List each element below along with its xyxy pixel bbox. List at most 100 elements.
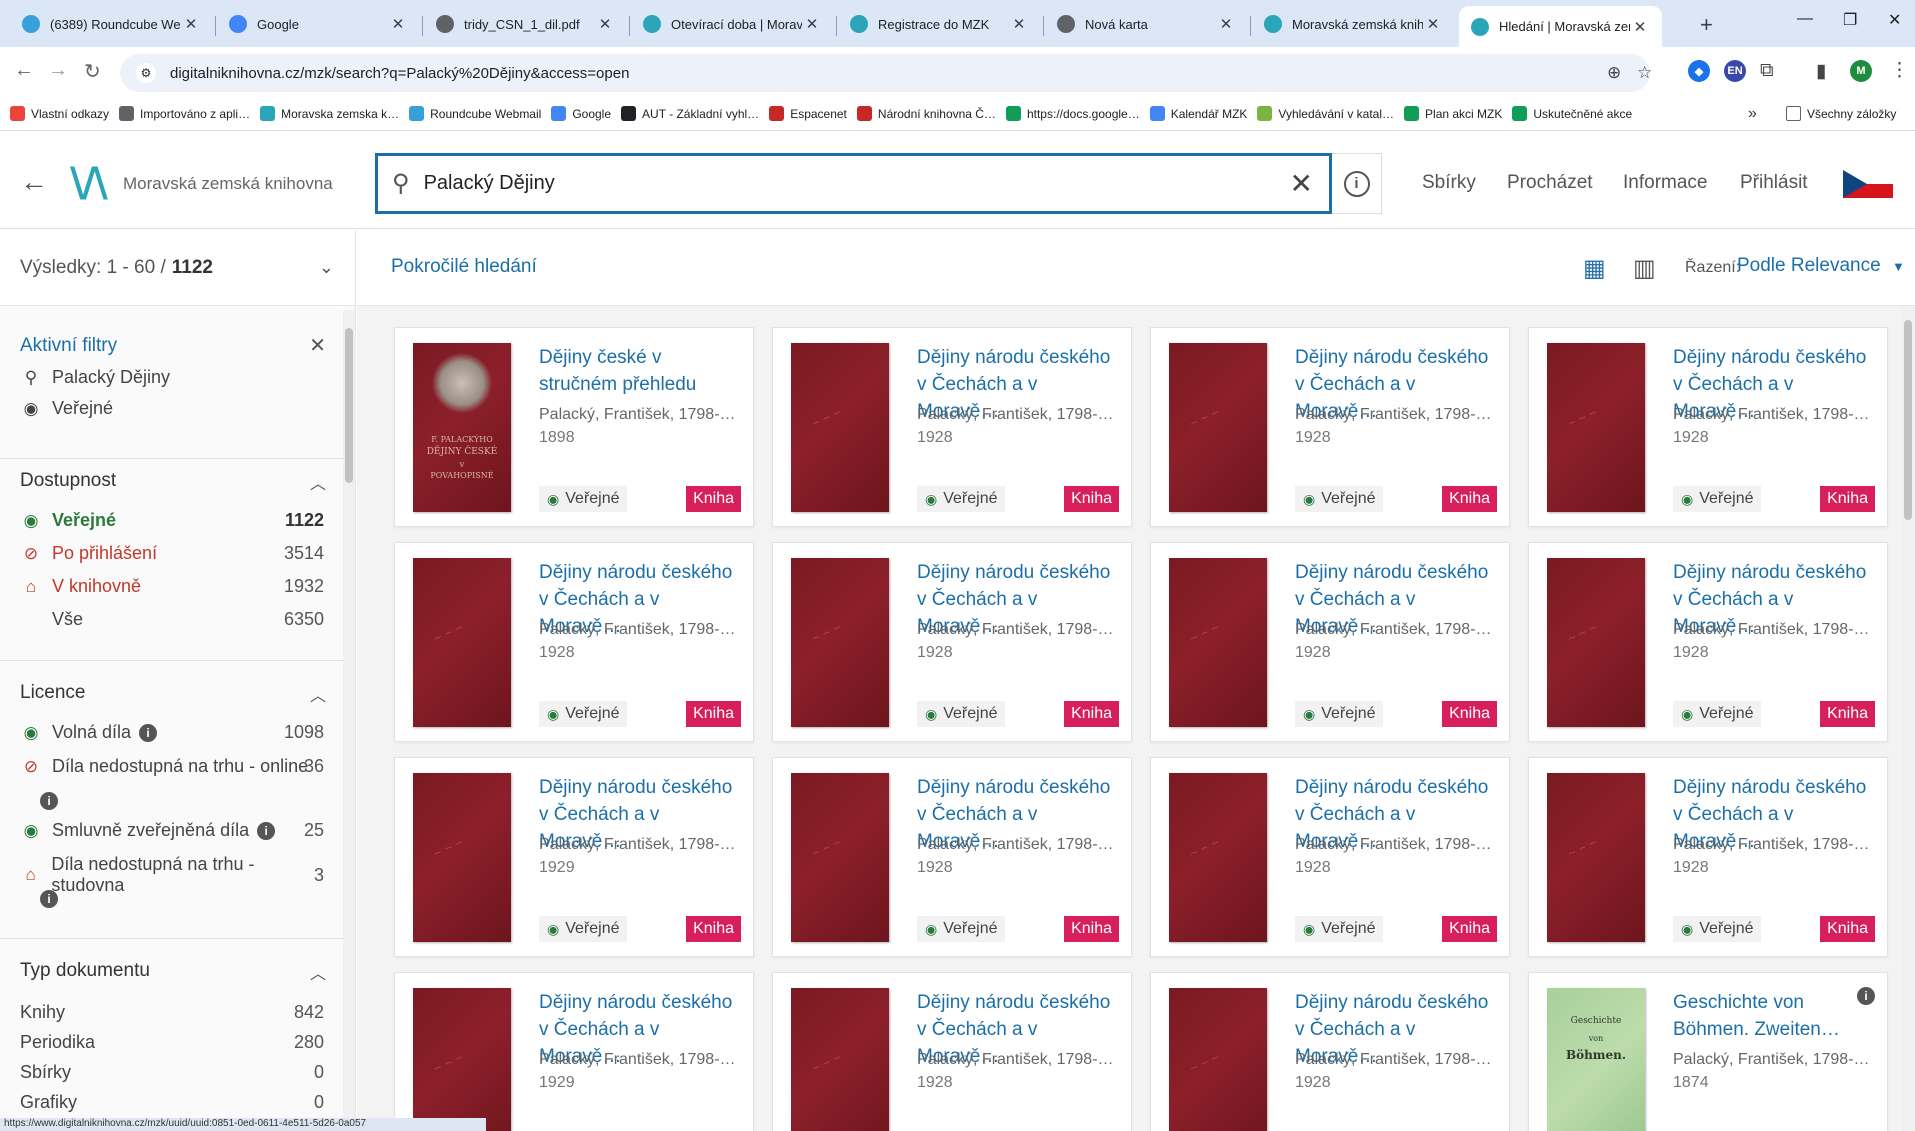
bookmark-item[interactable]: Kalendář MZK: [1149, 106, 1247, 121]
language-extension-icon[interactable]: EN: [1724, 60, 1746, 82]
result-card[interactable]: ~ ~ ~ Dějiny národu českého v Čechách a v …: [772, 542, 1132, 742]
bookmark-item[interactable]: Google: [551, 106, 611, 121]
results-summary[interactable]: Výsledky: 1 - 60 / 1122 ⌄: [0, 230, 355, 306]
map-view-icon[interactable]: ▥: [1633, 254, 1656, 283]
filter-sbirky[interactable]: Sbírky 0: [20, 1062, 324, 1083]
active-filter-query[interactable]: ⚲ Palacký Dějiny: [20, 367, 324, 388]
browser-tab[interactable]: tridy_CSN_1_dil.pdf ✕: [424, 6, 627, 42]
sort-dropdown[interactable]: Podle Relevance ▼: [1737, 255, 1905, 277]
filter-knihy[interactable]: Knihy 842: [20, 1002, 324, 1023]
browser-tab[interactable]: Google ✕: [217, 6, 420, 42]
bookmark-item[interactable]: Moravska zemska k…: [260, 106, 399, 121]
new-tab-button[interactable]: +: [1700, 12, 1713, 38]
close-tab-icon[interactable]: ✕: [181, 15, 201, 33]
results-scrollbar[interactable]: [1901, 306, 1915, 1131]
nav-prihlasit[interactable]: Přihlásit: [1740, 172, 1808, 194]
bookmark-item[interactable]: https://docs.google…: [1005, 106, 1140, 121]
book-cover[interactable]: ~ ~ ~: [1547, 558, 1645, 727]
advanced-search-link[interactable]: Pokročilé hledání: [391, 256, 537, 278]
result-card[interactable]: ~ ~ ~ Dějiny národu českého v Čechách a v …: [772, 972, 1132, 1131]
bookmark-item[interactable]: Vlastní odkazy: [10, 106, 109, 121]
browser-tab[interactable]: (6389) Roundcube Webm…✕: [10, 6, 213, 42]
close-tab-icon[interactable]: ✕: [388, 15, 408, 33]
close-tab-icon[interactable]: ✕: [1216, 15, 1236, 33]
result-title[interactable]: Geschichte von Böhmen. Zweiten…: [1673, 989, 1878, 1043]
result-card[interactable]: ~ ~ ~ Dějiny národu českého v Čechách a v …: [772, 327, 1132, 527]
browser-tab[interactable]: Moravská zemská knihov…✕: [1252, 6, 1455, 42]
close-window-icon[interactable]: ✕: [1888, 10, 1901, 30]
reload-icon[interactable]: ↻: [84, 59, 101, 84]
book-cover[interactable]: ~ ~ ~: [1169, 988, 1267, 1131]
book-cover[interactable]: ~ ~ ~: [1169, 558, 1267, 727]
close-tab-icon[interactable]: ✕: [1009, 15, 1029, 33]
browser-tab[interactable]: Otevírací doba | Moravská…✕: [631, 6, 834, 42]
bookmark-item[interactable]: Vyhledávání v katal…: [1257, 106, 1394, 121]
bookmark-item[interactable]: Národní knihovna Č…: [856, 106, 996, 121]
result-title[interactable]: Dějiny české v stručném přehledu: [539, 344, 744, 398]
clear-filters-icon[interactable]: ✕: [309, 333, 326, 358]
filter-verejne[interactable]: ◉ Veřejné 1122: [20, 510, 324, 531]
filter-smluvne-zverejnena[interactable]: ◉ Smluvně zveřejněná díla i 25: [20, 820, 324, 841]
minimize-icon[interactable]: —: [1797, 10, 1813, 28]
filter-volna-dila[interactable]: ◉ Volná díla i 1098: [20, 722, 324, 743]
extension-icon[interactable]: ◆: [1688, 60, 1710, 82]
bookmark-star-icon[interactable]: ☆: [1637, 63, 1652, 83]
info-icon[interactable]: i: [40, 890, 58, 908]
bookmark-item[interactable]: Roundcube Webmail: [409, 106, 541, 121]
book-cover[interactable]: ~ ~ ~: [413, 558, 511, 727]
filter-v-knihovne[interactable]: ⌂ V knihovně 1932: [20, 576, 324, 597]
address-bar[interactable]: ⚙ digitalniknihovna.cz/mzk/search?q=Pala…: [120, 54, 1650, 92]
search-help-button[interactable]: i: [1332, 153, 1382, 214]
book-cover[interactable]: Geschichte von Böhmen.: [1547, 988, 1645, 1131]
filter-po-prihlaseni[interactable]: ⊘ Po přihlášení 3514: [20, 543, 324, 564]
book-cover[interactable]: ~ ~ ~: [1169, 343, 1267, 512]
book-cover[interactable]: ~ ~ ~: [1547, 343, 1645, 512]
chevron-up-icon[interactable]: ︿: [310, 470, 326, 494]
result-card[interactable]: ~ ~ ~ Dějiny národu českého v Čechách a v …: [394, 972, 754, 1131]
sidebar-scrollbar[interactable]: [343, 310, 355, 1130]
close-tab-icon[interactable]: ✕: [595, 15, 615, 33]
result-card[interactable]: ~ ~ ~ Dějiny národu českého v Čechách a v …: [1528, 542, 1888, 742]
book-cover[interactable]: ~ ~ ~: [791, 343, 889, 512]
forward-icon[interactable]: →: [48, 59, 68, 82]
close-tab-icon[interactable]: ✕: [1423, 15, 1443, 33]
info-icon[interactable]: i: [257, 821, 276, 840]
chevron-down-icon[interactable]: ⌄: [319, 257, 334, 278]
czech-flag-icon[interactable]: [1843, 170, 1893, 198]
bookmarks-overflow[interactable]: »: [1748, 105, 1757, 123]
back-arrow-icon[interactable]: ←: [20, 166, 48, 198]
result-card[interactable]: ~ ~ ~ Dějiny národu českého v Čechách a v …: [1150, 757, 1510, 957]
result-card[interactable]: F. PALACKÝHO DĚJINY ČESKÉ v POVAHOPISNÉ Ději…: [394, 327, 754, 527]
book-cover[interactable]: ~ ~ ~: [413, 988, 511, 1131]
nav-sbirky[interactable]: Sbírky: [1422, 172, 1476, 194]
mzk-logo-icon[interactable]: \/\: [70, 160, 108, 206]
browser-menu-icon[interactable]: ⋮: [1890, 59, 1909, 82]
browser-tab[interactable]: Registrace do MZK ✕: [838, 6, 1041, 42]
nav-prochazet[interactable]: Procházet: [1507, 172, 1593, 194]
info-icon[interactable]: i: [40, 792, 58, 810]
filter-periodika[interactable]: Periodika 280: [20, 1032, 324, 1053]
book-cover[interactable]: ~ ~ ~: [413, 773, 511, 942]
bookmark-item[interactable]: Plan akci MZK: [1404, 106, 1502, 121]
extensions-puzzle-icon[interactable]: ⧉: [1760, 60, 1774, 82]
site-info-icon[interactable]: ⚙: [136, 63, 156, 83]
active-filter-access[interactable]: ◉ Veřejné: [20, 398, 324, 419]
back-icon[interactable]: ←: [14, 59, 34, 82]
book-cover[interactable]: ~ ~ ~: [791, 773, 889, 942]
result-card[interactable]: ~ ~ ~ Dějiny národu českého v Čechách a v …: [772, 757, 1132, 957]
book-cover[interactable]: ~ ~ ~: [1547, 773, 1645, 942]
book-cover[interactable]: ~ ~ ~: [1169, 773, 1267, 942]
result-card[interactable]: ~ ~ ~ Dějiny národu českého v Čechách a v …: [1528, 757, 1888, 957]
bookmark-item[interactable]: AUT - Základní vyhl…: [621, 106, 759, 121]
search-input[interactable]: [423, 172, 1290, 195]
all-bookmarks[interactable]: Všechny záložky: [1786, 106, 1896, 121]
clear-search-icon[interactable]: ✕: [1290, 167, 1313, 200]
filter-grafiky[interactable]: Grafiky 0: [20, 1092, 324, 1113]
browser-tab[interactable]: Nová karta ✕: [1045, 6, 1248, 42]
book-cover[interactable]: ~ ~ ~: [791, 988, 889, 1131]
close-tab-icon[interactable]: ✕: [802, 15, 822, 33]
chevron-up-icon[interactable]: ︿: [310, 960, 326, 984]
browser-tab[interactable]: Hledání | Moravská zems…✕: [1459, 6, 1662, 47]
filter-dila-studovna[interactable]: ⌂ Díla nedostupná na trhu - studovna 3: [20, 854, 324, 896]
chevron-up-icon[interactable]: ︿: [310, 682, 326, 706]
